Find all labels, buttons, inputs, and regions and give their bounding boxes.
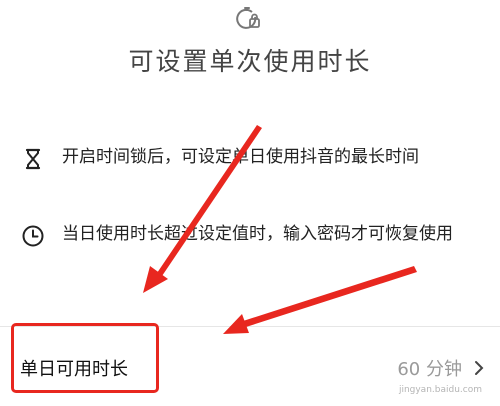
- feature-text: 当日使用时长超过设定值时，输入密码才可恢复使用: [62, 224, 453, 244]
- page-title: 可设置单次使用时长: [128, 47, 372, 76]
- annotation-arrow: [223, 266, 417, 334]
- chevron-right-icon: [475, 361, 484, 375]
- highlight-box: [11, 323, 159, 393]
- time-lock-settings-page: 可设置单次使用时长 开启时间锁后，可设定单日使用抖音的最长时间 当日使用时长超过…: [0, 0, 500, 406]
- clock-icon: [22, 225, 44, 247]
- feature-text: 开启时间锁后，可设定单日使用抖音的最长时间: [62, 147, 419, 167]
- timer-lock-icon: [236, 7, 260, 29]
- hourglass-icon: [25, 148, 41, 170]
- setting-value: 60 分钟: [397, 359, 462, 380]
- watermark: jingyan.baidu.com: [398, 385, 482, 395]
